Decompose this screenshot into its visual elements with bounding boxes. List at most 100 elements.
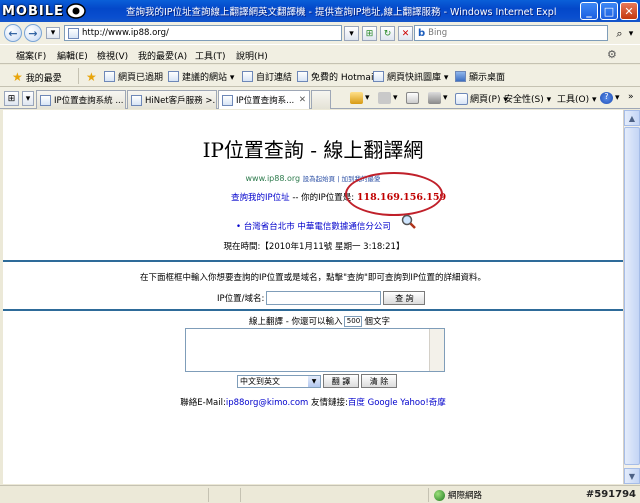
scroll-up-arrow[interactable]: ▲ — [624, 110, 640, 126]
fav-link-label: 網頁快訊圖庫 ▾ — [387, 73, 449, 83]
menu-tools[interactable]: 工具(T) — [195, 49, 226, 62]
ip-domain-input[interactable] — [266, 291, 382, 305]
page-icon — [40, 94, 51, 106]
recent-pages-dropdown[interactable]: ▾ — [46, 27, 60, 39]
desktop-icon — [455, 71, 466, 82]
search-options-dropdown[interactable]: ▾ — [625, 26, 637, 41]
refresh-icon[interactable]: ↻ — [380, 26, 395, 41]
address-bar: ← → ▾ ▾ ⊞ ↻ ✕ b ⌕ ▾ — [0, 22, 640, 44]
favorites-label: 我的最愛 — [25, 73, 62, 84]
page-scrollbar[interactable]: ▲ ▼ — [623, 110, 640, 484]
status-bar: 網際網路 #591794 — [0, 485, 640, 503]
minimize-button[interactable]: _ — [580, 2, 598, 20]
translate-unit: 個文字 — [364, 317, 390, 327]
translate-textarea[interactable] — [185, 328, 445, 372]
menu-file[interactable]: 檔案(F) — [16, 49, 46, 62]
fav-link-hotmail[interactable]: 免費的 Hotmail — [297, 70, 376, 83]
fav-link-label: 網頁已過期 — [118, 73, 164, 83]
contact-label: 聯絡E-Mail: — [180, 398, 226, 408]
translate-title-text: 線上翻譯 - 你還可以輸入 — [249, 317, 343, 327]
stop-icon[interactable]: ✕ — [398, 26, 413, 41]
tab-list-dropdown[interactable]: ▾ — [22, 91, 34, 106]
safety-menu-button[interactable]: 安全性(S) ▾ — [504, 92, 551, 105]
translate-button[interactable]: 翻 譯 — [323, 374, 359, 388]
ip-field-label: IP位置/域名: — [217, 294, 265, 304]
ip-query-row: IP位置/域名: 查 詢 — [217, 291, 426, 305]
new-tab-button[interactable] — [311, 90, 331, 109]
contact-line: 聯絡E-Mail:ip88org@kimo.com 友情鏈接:百度 Google… — [3, 396, 623, 408]
compatibility-icon[interactable]: ⊞ — [362, 26, 377, 41]
tab-label: HiNet客戶服務 >... — [145, 96, 217, 106]
logo-wordmark: MOBILE — [2, 3, 64, 19]
page-title: IP位置查詢 - 線上翻譯網 — [202, 138, 424, 162]
fav-link-desktop[interactable]: 顯示桌面 — [455, 70, 505, 83]
search-input[interactable] — [428, 28, 589, 38]
watermark: #591794 — [585, 489, 636, 500]
more-chevron-icon[interactable]: » — [628, 92, 634, 102]
globe-icon — [434, 489, 445, 501]
forward-button[interactable]: → — [24, 24, 42, 42]
textarea-scrollbar[interactable] — [429, 329, 444, 371]
security-zone: 網際網路 — [434, 489, 482, 501]
translate-title: 線上翻譯 - 你還可以輸入 500 個文字 — [249, 315, 390, 327]
logo-eye-icon — [66, 3, 86, 19]
friend-links[interactable]: 百度 Google Yahoo!奇摩 — [348, 398, 446, 408]
add-favorite-button[interactable]: ★ — [86, 70, 100, 84]
back-button[interactable]: ← — [4, 24, 22, 42]
page-menu-button[interactable]: 網頁(P) ▾ — [455, 92, 508, 105]
scroll-thumb[interactable] — [624, 127, 640, 465]
printer-icon — [428, 92, 441, 104]
home-button[interactable]: ▾ — [350, 92, 370, 104]
page-menu-label: 網頁(P) ▾ — [470, 95, 508, 105]
tab-label: IP位置查詢系統 ... — [54, 96, 124, 106]
gear-icon[interactable]: ⚙ — [607, 48, 617, 61]
scroll-down-arrow[interactable]: ▼ — [624, 468, 640, 484]
maximize-button[interactable]: □ — [600, 2, 618, 20]
tab-ip-lookup-1[interactable]: IP位置查詢系統 ... — [36, 90, 126, 109]
close-button[interactable]: ✕ — [620, 2, 638, 20]
favorites-button[interactable]: ★ 我的最愛 — [12, 70, 62, 84]
menu-bar: 檔案(F) 編輯(E) 檢視(V) 我的最愛(A) 工具(T) 說明(H) ⚙ — [0, 44, 640, 64]
fav-link-suggested[interactable]: 建議的網站 ▾ — [168, 70, 234, 83]
status-cell — [240, 488, 241, 502]
page-icon — [104, 71, 115, 82]
chevron-down-icon: ▼ — [308, 375, 320, 387]
help-button[interactable]: ? ▾ — [600, 92, 620, 104]
clear-button[interactable]: 清 除 — [361, 374, 397, 388]
menu-help[interactable]: 說明(H) — [236, 49, 268, 62]
tab-hinet[interactable]: HiNet客戶服務 >... — [127, 90, 217, 109]
bing-icon: b — [418, 27, 426, 39]
menu-favorites[interactable]: 我的最愛(A) — [138, 49, 187, 62]
menu-view[interactable]: 檢視(V) — [97, 49, 128, 62]
menu-edit[interactable]: 編輯(E) — [57, 49, 88, 62]
star-icon: ★ — [12, 70, 23, 84]
char-count: 500 — [344, 315, 363, 327]
contact-email-link[interactable]: ip88org@kimo.com — [226, 398, 309, 408]
fav-link-webslice[interactable]: 網頁快訊圖庫 ▾ — [373, 70, 448, 83]
print-button[interactable]: ▾ — [428, 92, 448, 104]
fav-link-expired[interactable]: 網頁已過期 — [104, 70, 163, 83]
site-domain-line: www.ip88.org 設為起始頁 | 加到我的最愛 — [3, 173, 623, 183]
url-input[interactable] — [82, 28, 332, 38]
url-dropdown[interactable]: ▾ — [344, 26, 359, 41]
tab-ip-lookup-active[interactable]: IP位置查詢系... ✕ — [218, 90, 310, 109]
help-icon: ? — [600, 92, 613, 104]
divider — [3, 309, 631, 311]
fav-link-custom[interactable]: 自訂連結 — [242, 70, 292, 83]
quick-tabs-icon[interactable]: ⊞ — [4, 91, 19, 106]
close-tab-icon[interactable]: ✕ — [299, 95, 306, 105]
page-icon — [242, 71, 253, 82]
fav-link-label: 顯示桌面 — [469, 73, 506, 83]
ip-location: • 台灣省台北市 中華電信數據通信分公司 — [236, 220, 391, 232]
fav-link-label: 免費的 Hotmail — [311, 73, 376, 83]
mail-button[interactable] — [406, 92, 421, 104]
tools-menu-button[interactable]: 工具(O) ▾ — [557, 92, 597, 105]
feeds-button[interactable]: ▾ — [378, 92, 398, 104]
my-ip-link[interactable]: 查詢我的IP位址 — [231, 193, 290, 203]
language-select[interactable]: 中文到英文 ▼ — [237, 374, 321, 388]
location-text[interactable]: 台灣省台北市 中華電信數據通信分公司 — [244, 222, 391, 232]
mail-icon — [406, 92, 419, 104]
page-icon — [168, 71, 179, 82]
query-button[interactable]: 查 詢 — [383, 291, 426, 305]
web-page: IP位置查詢 - 線上翻譯網 www.ip88.org 設為起始頁 | 加到我的… — [3, 110, 631, 484]
